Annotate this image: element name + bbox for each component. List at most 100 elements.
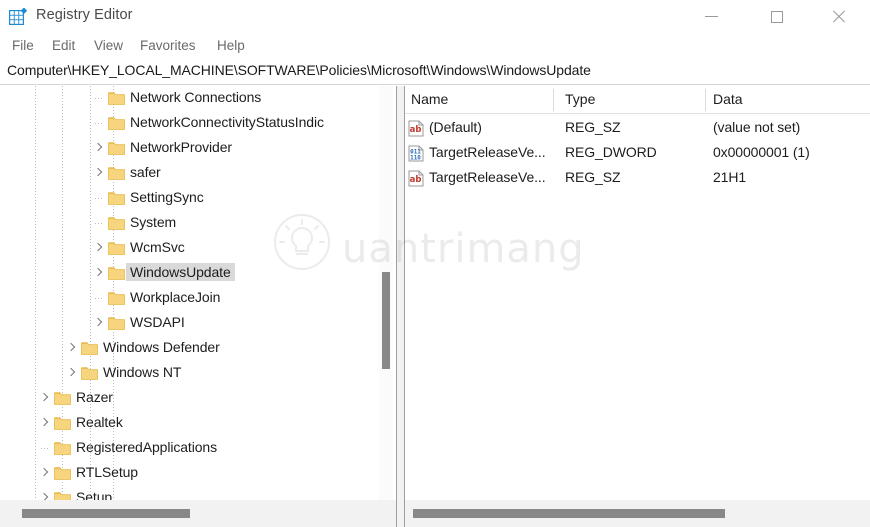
minimize-icon bbox=[705, 16, 718, 17]
column-divider[interactable] bbox=[705, 89, 706, 111]
tree-connector bbox=[95, 123, 104, 124]
tree-item-windowsupdate[interactable]: WindowsUpdate bbox=[0, 261, 385, 286]
tree-item-label: NetworkProvider bbox=[130, 139, 232, 155]
chevron-right-icon[interactable] bbox=[39, 493, 49, 500]
window-title: Registry Editor bbox=[36, 7, 133, 23]
minimize-button[interactable] bbox=[688, 0, 734, 33]
column-header-type[interactable]: Type bbox=[565, 91, 595, 107]
chevron-right-icon[interactable] bbox=[39, 418, 49, 428]
tree-connector bbox=[41, 448, 50, 449]
registry-tree: Network Connections NetworkConnectivitySt… bbox=[0, 86, 385, 500]
folder-icon bbox=[108, 91, 125, 105]
menu-item-file[interactable]: File bbox=[8, 36, 38, 55]
menu-item-help[interactable]: Help bbox=[213, 36, 249, 55]
tree-item-wsdapi[interactable]: WSDAPI bbox=[0, 311, 385, 336]
chevron-right-icon[interactable] bbox=[93, 168, 103, 178]
column-header-name[interactable]: Name bbox=[411, 91, 448, 107]
tree-item-label: Network Connections bbox=[130, 89, 261, 105]
close-icon bbox=[832, 10, 846, 24]
chevron-right-icon[interactable] bbox=[93, 268, 103, 278]
folder-icon bbox=[108, 291, 125, 305]
column-header-data[interactable]: Data bbox=[713, 91, 743, 107]
address-bar[interactable]: Computer\HKEY_LOCAL_MACHINE\SOFTWARE\Pol… bbox=[0, 58, 870, 85]
chevron-right-icon[interactable] bbox=[66, 368, 76, 378]
folder-icon bbox=[54, 441, 71, 455]
tree-item-safer[interactable]: safer bbox=[0, 161, 385, 186]
folder-icon bbox=[81, 341, 98, 355]
tree-item-label: Windows Defender bbox=[103, 339, 220, 355]
chevron-right-icon[interactable] bbox=[39, 468, 49, 478]
column-divider[interactable] bbox=[553, 89, 554, 111]
folder-icon bbox=[108, 166, 125, 180]
tree-item-setup[interactable]: Setup bbox=[0, 486, 385, 500]
tree-item-networkprovider[interactable]: NetworkProvider bbox=[0, 136, 385, 161]
svg-text:110: 110 bbox=[410, 155, 421, 162]
tree-item-workplacejoin[interactable]: WorkplaceJoin bbox=[0, 286, 385, 311]
folder-icon bbox=[54, 391, 71, 405]
tree-item-label: Razer bbox=[76, 389, 113, 405]
tree-connector bbox=[95, 198, 104, 199]
tree-connector bbox=[95, 223, 104, 224]
table-row[interactable]: abTargetReleaseVe...REG_SZ21H1 bbox=[405, 166, 870, 191]
value-type: REG_SZ bbox=[565, 169, 620, 185]
tree-item-registeredapplications[interactable]: RegisteredApplications bbox=[0, 436, 385, 461]
value-type: REG_SZ bbox=[565, 119, 620, 135]
menu-item-edit[interactable]: Edit bbox=[48, 36, 79, 55]
folder-icon bbox=[108, 316, 125, 330]
tree-item-label: Setup bbox=[76, 489, 112, 500]
menu-item-view[interactable]: View bbox=[90, 36, 127, 55]
tree-horizontal-scroll-thumb[interactable] bbox=[22, 509, 190, 518]
tree-item-label: Realtek bbox=[76, 414, 123, 430]
maximize-icon bbox=[771, 11, 783, 23]
value-data: 21H1 bbox=[713, 169, 746, 185]
tree-item-label: SettingSync bbox=[130, 189, 204, 205]
tree-item-label: System bbox=[130, 214, 176, 230]
menu-bar: File Edit View Favorites Help bbox=[0, 33, 870, 58]
tree-item-windows-nt[interactable]: Windows NT bbox=[0, 361, 385, 386]
tree-item-system[interactable]: System bbox=[0, 211, 385, 236]
dword-value-icon: 011110 bbox=[408, 145, 424, 162]
chevron-right-icon[interactable] bbox=[66, 343, 76, 353]
title-bar: Registry Editor bbox=[0, 0, 870, 33]
folder-icon bbox=[54, 416, 71, 430]
pane-splitter[interactable] bbox=[396, 86, 405, 527]
chevron-right-icon[interactable] bbox=[93, 143, 103, 153]
chevron-right-icon[interactable] bbox=[39, 393, 49, 403]
tree-item-networkconnectivitystatusindic[interactable]: NetworkConnectivityStatusIndic bbox=[0, 111, 385, 136]
tree-vertical-scroll-thumb[interactable] bbox=[382, 272, 390, 369]
folder-icon bbox=[54, 491, 71, 500]
tree-item-network-connections[interactable]: Network Connections bbox=[0, 86, 385, 111]
tree-item-windows-defender[interactable]: Windows Defender bbox=[0, 336, 385, 361]
chevron-right-icon[interactable] bbox=[93, 318, 103, 328]
tree-item-realtek[interactable]: Realtek bbox=[0, 411, 385, 436]
tree-item-razer[interactable]: Razer bbox=[0, 386, 385, 411]
table-row[interactable]: 011110TargetReleaseVe...REG_DWORD0x00000… bbox=[405, 141, 870, 166]
close-button[interactable] bbox=[816, 0, 862, 33]
tree-horizontal-scrollbar[interactable] bbox=[0, 500, 396, 527]
menu-item-favorites[interactable]: Favorites bbox=[136, 36, 200, 55]
tree-item-label: RegisteredApplications bbox=[76, 439, 217, 455]
registry-editor-window: Registry Editor File Edit View Favorites Hel… bbox=[0, 0, 870, 527]
tree-item-label-selected: WindowsUpdate bbox=[126, 263, 235, 281]
tree-vertical-scrollbar[interactable] bbox=[379, 86, 393, 500]
tree-item-label: WorkplaceJoin bbox=[130, 289, 220, 305]
values-horizontal-scrollbar[interactable] bbox=[405, 500, 870, 527]
svg-text:ab: ab bbox=[410, 175, 422, 185]
value-type: REG_DWORD bbox=[565, 144, 657, 160]
string-value-icon: ab bbox=[408, 170, 424, 187]
tree-item-label: RTLSetup bbox=[76, 464, 138, 480]
tree-item-wcmsvc[interactable]: WcmSvc bbox=[0, 236, 385, 261]
maximize-button[interactable] bbox=[754, 0, 800, 33]
value-name: TargetReleaseVe... bbox=[429, 144, 546, 160]
tree-item-label: Windows NT bbox=[103, 364, 181, 380]
registry-path: Computer\HKEY_LOCAL_MACHINE\SOFTWARE\Pol… bbox=[7, 62, 591, 78]
table-row[interactable]: ab(Default)REG_SZ(value not set) bbox=[405, 116, 870, 141]
tree-item-rtlsetup[interactable]: RTLSetup bbox=[0, 461, 385, 486]
chevron-right-icon[interactable] bbox=[93, 243, 103, 253]
tree-item-settingsync[interactable]: SettingSync bbox=[0, 186, 385, 211]
registry-values-pane: NameTypeData ab(Default)REG_SZ(value not… bbox=[405, 86, 870, 500]
values-horizontal-scroll-thumb[interactable] bbox=[413, 509, 725, 518]
splitter-edge-left bbox=[396, 86, 397, 527]
value-data: (value not set) bbox=[713, 119, 800, 135]
folder-icon bbox=[54, 466, 71, 480]
